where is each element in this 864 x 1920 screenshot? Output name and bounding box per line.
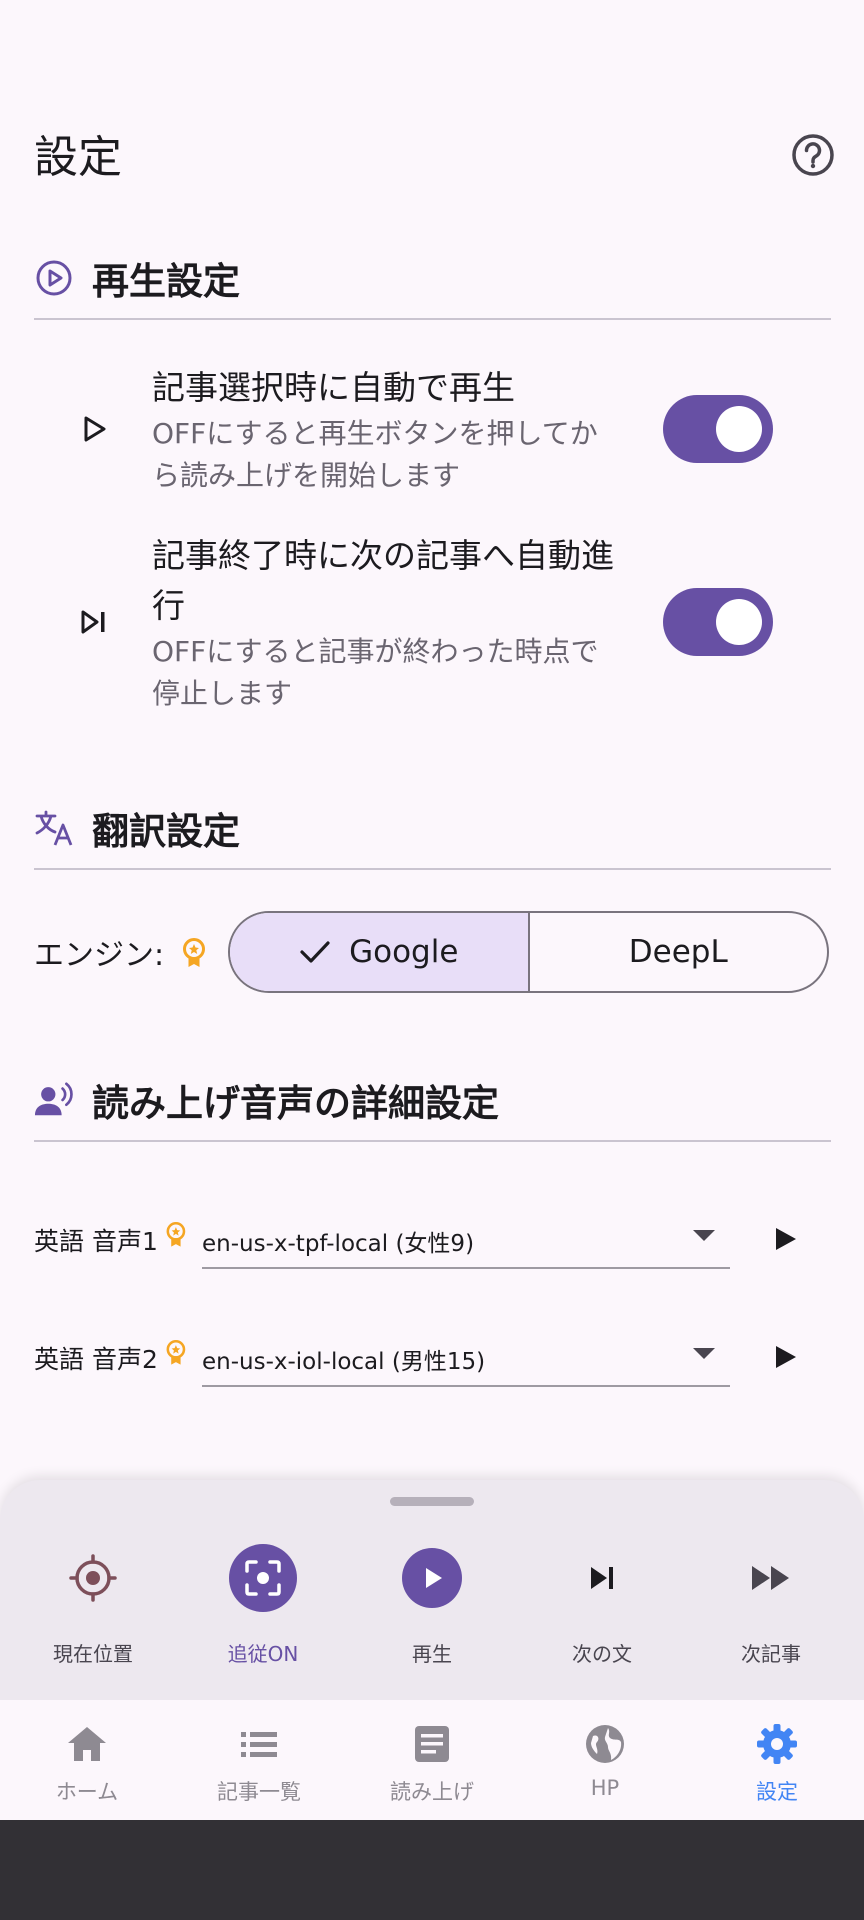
setting-auto-advance: 記事終了時に次の記事へ自動進行 OFFにすると記事が終わった時点で停止します	[152, 531, 622, 715]
check-icon	[299, 939, 331, 965]
setting-title: 記事終了時に次の記事へ自動進行	[152, 536, 614, 625]
drag-handle[interactable]	[390, 1497, 474, 1506]
section-title: 翻訳設定	[92, 810, 240, 853]
section-title: 読み上げ音声の詳細設定	[92, 1082, 499, 1125]
translation-section-header: 翻訳設定	[34, 798, 240, 858]
target-icon	[59, 1544, 127, 1612]
premium-badge-icon	[164, 1340, 188, 1366]
play-circle-icon	[34, 258, 74, 298]
voice-dropdown-value[interactable]: en-us-x-tpf-local (女性9)	[202, 1224, 474, 1258]
focus-icon	[229, 1544, 297, 1612]
list-icon	[237, 1722, 281, 1770]
dropdown-underline	[202, 1385, 730, 1387]
article-icon	[410, 1722, 454, 1770]
premium-badge-icon	[180, 938, 208, 968]
help-icon[interactable]	[791, 133, 835, 177]
engine-segmented-control: Google DeepL	[228, 911, 829, 993]
toggle-knob	[716, 599, 762, 645]
gear-icon	[755, 1722, 799, 1770]
system-navigation-bar	[0, 1820, 864, 1920]
play-button[interactable]: 再生	[362, 1544, 502, 1667]
control-label: 次の文	[572, 1642, 632, 1666]
engine-option-label: DeepL	[628, 934, 728, 970]
control-label: 現在位置	[53, 1642, 133, 1666]
auto-play-toggle[interactable]	[663, 395, 773, 463]
section-title: 再生設定	[92, 260, 240, 303]
setting-title: 記事選択時に自動で再生	[152, 368, 515, 407]
chevron-down-icon[interactable]	[693, 1230, 715, 1241]
engine-label: エンジン:	[34, 938, 165, 973]
control-label: 次記事	[741, 1642, 801, 1666]
skip-next-icon	[74, 602, 114, 642]
next-article-button[interactable]: 次記事	[701, 1544, 841, 1667]
voice-label: 英語 音声2	[34, 1345, 158, 1374]
voice-dropdown-value[interactable]: en-us-x-iol-local (男性15)	[202, 1342, 485, 1376]
preview-play-icon[interactable]	[764, 1219, 804, 1259]
auto-advance-toggle[interactable]	[663, 588, 773, 656]
playback-section-header: 再生設定	[34, 248, 240, 308]
nav-label: 設定	[756, 1780, 798, 1804]
voice-label: 英語 音声1	[34, 1227, 158, 1256]
globe-icon	[583, 1722, 627, 1770]
dropdown-underline	[202, 1267, 730, 1269]
nav-hp[interactable]: HP	[535, 1722, 675, 1800]
skip-next-icon	[568, 1544, 636, 1612]
divider	[34, 868, 831, 870]
fast-forward-icon	[737, 1544, 805, 1612]
setting-description: OFFにすると記事が終わった時点で停止します	[152, 635, 599, 710]
toggle-knob	[716, 406, 762, 452]
nav-settings[interactable]: 設定	[707, 1722, 847, 1806]
next-sentence-button[interactable]: 次の文	[532, 1544, 672, 1667]
divider	[34, 1140, 831, 1142]
setting-auto-play: 記事選択時に自動で再生 OFFにすると再生ボタンを押してから読み上げを開始します	[152, 363, 622, 497]
page-title: 設定	[34, 132, 122, 183]
nav-read-aloud[interactable]: 読み上げ	[362, 1722, 502, 1806]
nav-label: 読み上げ	[390, 1780, 474, 1804]
current-position-button[interactable]: 現在位置	[23, 1544, 163, 1667]
nav-home[interactable]: ホーム	[17, 1722, 157, 1806]
follow-toggle-button[interactable]: 追従ON	[193, 1544, 333, 1667]
engine-option-deepl[interactable]: DeepL	[530, 913, 828, 991]
premium-badge-icon	[164, 1222, 188, 1248]
nav-label: HP	[590, 1776, 620, 1800]
voice-section-header: 読み上げ音声の詳細設定	[34, 1070, 499, 1130]
home-icon	[65, 1722, 109, 1770]
play-circle-filled-icon	[402, 1548, 462, 1608]
play-icon	[74, 409, 114, 449]
preview-play-icon[interactable]	[764, 1337, 804, 1377]
divider	[34, 318, 831, 320]
control-label: 追従ON	[227, 1642, 299, 1666]
setting-description: OFFにすると再生ボタンを押してから読み上げを開始します	[152, 417, 598, 492]
nav-label: ホーム	[55, 1780, 119, 1804]
voice-icon	[34, 1080, 74, 1120]
engine-option-google[interactable]: Google	[230, 913, 530, 991]
engine-option-label: Google	[349, 934, 459, 970]
translate-icon	[34, 808, 74, 848]
nav-article-list[interactable]: 記事一覧	[189, 1722, 329, 1806]
nav-label: 記事一覧	[217, 1780, 301, 1804]
control-label: 再生	[412, 1642, 452, 1666]
chevron-down-icon[interactable]	[693, 1348, 715, 1359]
